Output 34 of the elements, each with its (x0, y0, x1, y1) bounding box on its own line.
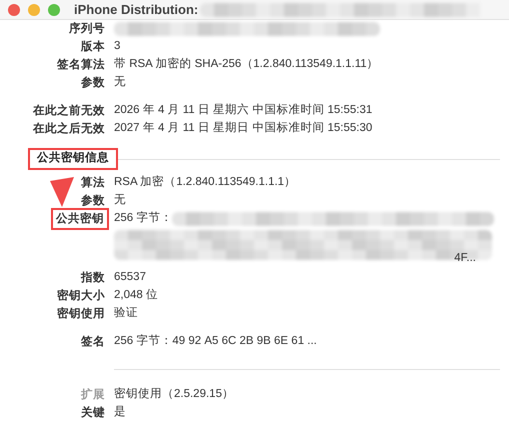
field-label: 参数 (81, 76, 105, 90)
field-value: 2,048 位 (114, 288, 158, 304)
close-icon[interactable] (8, 4, 20, 16)
field-label: 密钥使用 (57, 307, 105, 321)
minimize-icon[interactable] (28, 4, 40, 16)
field-value: 无 (114, 193, 126, 208)
field-label: 在此之前无效 (33, 104, 105, 118)
field-value: RSA 加密（1.2.840.113549.1.1.1） (114, 174, 296, 190)
field-value: 无 (114, 75, 126, 90)
field-value: 2027 年 4 月 11 日 星期日 中国标准时间 15:55:30 (114, 120, 372, 136)
field-value: 65537 (114, 270, 146, 286)
field-label: 算法 (81, 176, 105, 190)
field-value: 验证 (114, 306, 138, 322)
field-label: 指数 (81, 271, 105, 285)
window-title: iPhone Distribution: (74, 0, 200, 19)
field-label: 版本 (81, 40, 105, 54)
field-label: 签名算法 (57, 58, 105, 72)
field-value: 是 (114, 404, 126, 420)
field-label: 关键 (81, 406, 105, 420)
field-value: 2026 年 4 月 11 日 星期六 中国标准时间 15:55:31 (114, 102, 372, 118)
field-value: 256 字节： (114, 210, 172, 226)
field-label: 密钥大小 (57, 289, 105, 303)
section-heading: 公共密钥信息 (28, 148, 118, 170)
field-label: 扩展 (81, 388, 105, 402)
field-label: 序列号 (69, 22, 105, 36)
zoom-icon[interactable] (48, 4, 60, 16)
field-label: 参数 (81, 194, 105, 208)
field-value: 密钥使用（2.5.29.15） (114, 386, 234, 402)
field-value-tail: 4F... (454, 250, 476, 266)
field-label: 签名 (81, 335, 105, 349)
field-value: 3 (114, 39, 120, 54)
field-label: 在此之后无效 (33, 122, 105, 136)
field-value: 256 字节：49 92 A5 6C 2B 9B 6E 61 ... (114, 333, 317, 350)
field-value: 带 RSA 加密的 SHA-256（1.2.840.113549.1.1.11） (114, 56, 379, 72)
